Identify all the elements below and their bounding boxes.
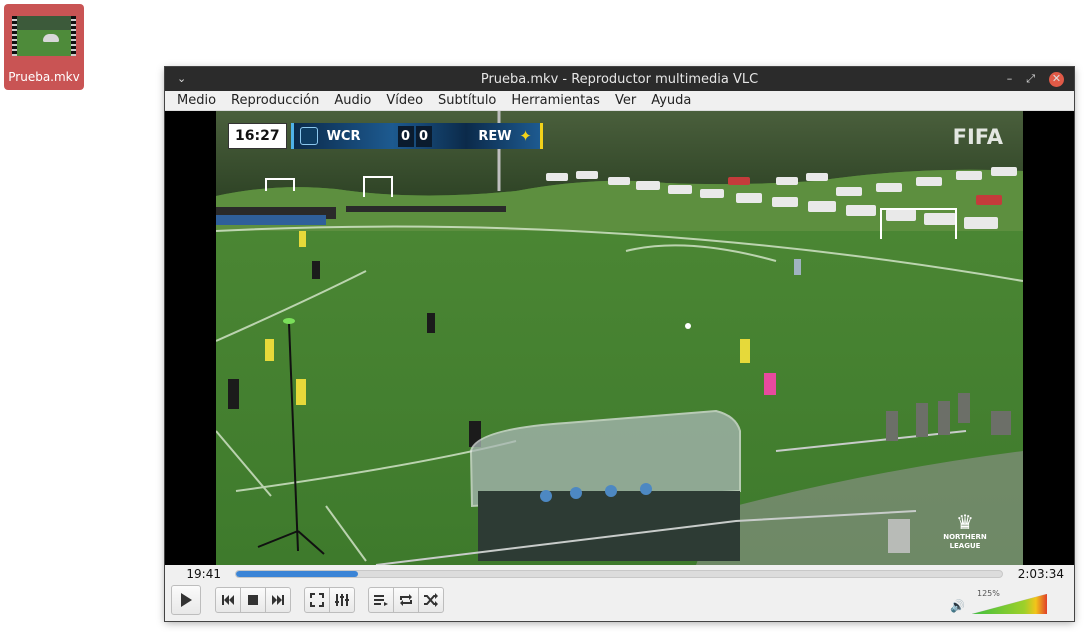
play-button[interactable] (171, 585, 201, 615)
vlc-window: ⌄ Prueba.mkv - Reproductor multimedia VL… (165, 67, 1074, 621)
shuffle-button[interactable] (418, 587, 444, 613)
scoreboard-overlay: 16:27 WCR 0 0 REW ✦ (228, 123, 543, 149)
next-icon (272, 595, 284, 605)
fullscreen-icon (310, 593, 324, 607)
extended-settings-button[interactable] (329, 587, 355, 613)
desktop-file-icon-prueba[interactable]: Prueba.mkv (4, 4, 84, 90)
menu-medio[interactable]: Medio (177, 93, 216, 108)
northern-league-logo: ♛ NORTHERN LEAGUE (935, 511, 995, 551)
menu-ayuda[interactable]: Ayuda (651, 93, 691, 108)
score-band: WCR 0 0 REW ✦ (290, 123, 543, 149)
video-output-area[interactable]: 16:27 WCR 0 0 REW ✦ FIFA ♛ NORTHERN LEAG… (165, 111, 1074, 565)
equalizer-icon (335, 594, 349, 606)
window-menu-icon[interactable]: ⌄ (177, 72, 186, 85)
football-match-scene (216, 111, 1023, 565)
menu-ver[interactable]: Ver (615, 93, 636, 108)
loop-button[interactable] (393, 587, 419, 613)
away-team-name: REW (478, 128, 512, 144)
desktop-file-label: Prueba.mkv (8, 70, 80, 84)
menu-reproduccion[interactable]: Reproducción (231, 93, 319, 108)
play-icon (181, 593, 192, 607)
speaker-icon[interactable]: 🔊 (950, 599, 965, 613)
fifa-logo: FIFA (952, 125, 1003, 149)
video-file-thumbnail (12, 16, 76, 56)
title-bar[interactable]: ⌄ Prueba.mkv - Reproductor multimedia VL… (165, 67, 1074, 91)
seek-progress-fill (236, 571, 358, 577)
previous-button[interactable] (215, 587, 241, 613)
away-crest-icon: ✦ (519, 127, 532, 145)
volume-slider[interactable] (972, 594, 1047, 614)
playlist-button[interactable] (368, 587, 394, 613)
away-score: 0 (415, 125, 432, 147)
volume-control[interactable]: 🔊 125% (950, 589, 1050, 615)
home-score: 0 (397, 125, 414, 147)
view-button-group (304, 587, 355, 613)
menu-herramientas[interactable]: Herramientas (511, 93, 600, 108)
transport-button-group (215, 587, 291, 613)
home-crest-icon (299, 127, 318, 145)
match-clock: 16:27 (228, 123, 287, 149)
playlist-button-group (368, 587, 444, 613)
home-team-name: WCR (326, 128, 361, 144)
close-button[interactable]: ✕ (1049, 71, 1064, 87)
league-logo-text: NORTHERN LEAGUE (943, 533, 987, 550)
seek-slider[interactable] (235, 570, 1003, 578)
elapsed-time[interactable]: 19:41 (165, 567, 235, 581)
video-frame[interactable]: 16:27 WCR 0 0 REW ✦ FIFA ♛ NORTHERN LEAG… (216, 111, 1023, 565)
window-title: Prueba.mkv - Reproductor multimedia VLC (480, 71, 759, 87)
controls-toolbar: 🔊 125% (165, 585, 1074, 617)
next-button[interactable] (265, 587, 291, 613)
shuffle-icon (424, 593, 438, 607)
total-time[interactable]: 2:03:34 (1003, 567, 1074, 581)
menu-bar: Medio Reproducción Audio Vídeo Subtítulo… (165, 91, 1074, 111)
fullscreen-button[interactable] (304, 587, 330, 613)
menu-audio[interactable]: Audio (334, 93, 371, 108)
stop-icon (248, 595, 258, 605)
playlist-icon (374, 595, 388, 606)
maximize-button[interactable]: ⤢ (1026, 71, 1035, 87)
menu-video[interactable]: Vídeo (386, 93, 423, 108)
previous-icon (222, 595, 234, 605)
menu-subtitulo[interactable]: Subtítulo (438, 93, 496, 108)
stop-button[interactable] (240, 587, 266, 613)
crown-icon: ♛ (956, 510, 974, 534)
loop-icon (400, 594, 412, 606)
seek-row: 19:41 2:03:34 (165, 565, 1074, 583)
minimize-button[interactable]: – (1007, 71, 1013, 87)
